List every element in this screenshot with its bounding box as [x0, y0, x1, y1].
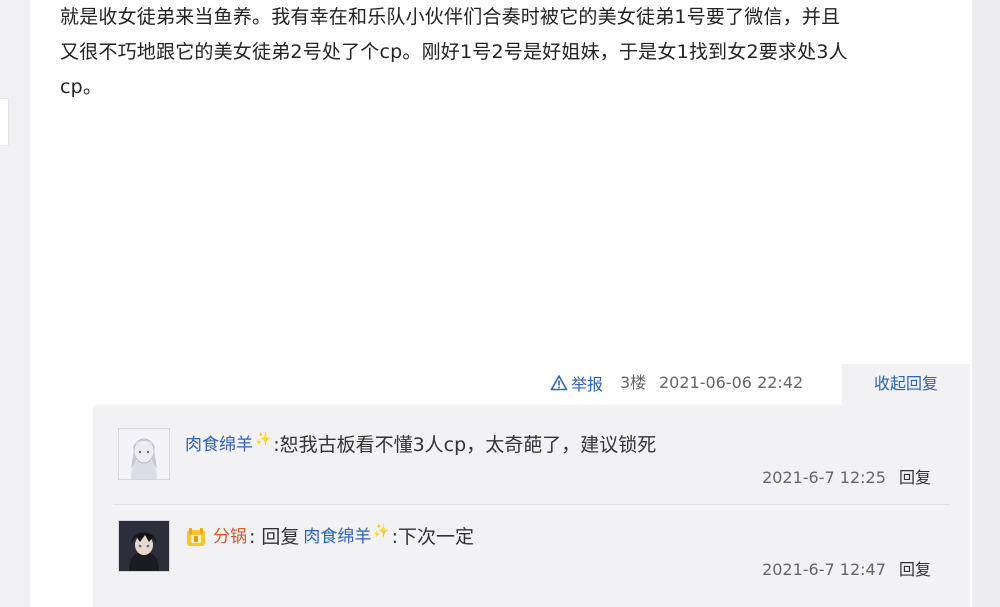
reply-colon: : [249, 526, 256, 548]
reply-timestamp: 2021-6-7 12:47 [762, 560, 886, 579]
post-card: 就是收女徒弟来当鱼养。我有幸在和乐队小伙伴们合奏时被它的美女徒弟1号要了微信，并… [30, 0, 972, 607]
reply-word: 回复 [261, 526, 300, 548]
left-gutter [0, 0, 30, 607]
report-label: 举报 [571, 375, 604, 394]
avatar[interactable] [118, 428, 170, 480]
reply-meta: 2021-6-7 12:25 回复 [762, 466, 931, 490]
sparkle-icon: ✨ [373, 524, 390, 539]
reply-content: 分锅 : 回复 肉食绵羊 ✨ :下次一定 [185, 522, 474, 552]
reply-text: :下次一定 [391, 526, 475, 548]
reply-button[interactable]: 回复 [899, 560, 931, 579]
post-line: 就是收女徒弟来当鱼养。我有幸在和乐队小伙伴们合奏时被它的美女徒弟1号要了微信，并… [60, 6, 841, 28]
post-timestamp: 2021-06-06 22:42 [659, 373, 804, 392]
right-gutter [972, 0, 1000, 607]
vip-badge-icon [187, 528, 205, 546]
post-line: 又很不巧地跟它的美女徒弟2号处了个cp。刚好1号2号是好姐妹，于是女1找到女2要… [60, 41, 848, 63]
reply-username[interactable]: 分锅 [213, 522, 247, 552]
avatar-image [119, 521, 169, 571]
reply-target-username[interactable]: 肉食绵羊 [303, 522, 371, 552]
reply-button[interactable]: 回复 [899, 468, 931, 487]
post-line: cp。 [60, 76, 103, 98]
report-icon [550, 375, 568, 391]
avatar[interactable] [118, 520, 170, 572]
post-body: 就是收女徒弟来当鱼养。我有幸在和乐队小伙伴们合奏时被它的美女徒弟1号要了微信，并… [60, 0, 960, 105]
sparkle-icon: ✨ [255, 432, 272, 447]
reply-meta: 2021-6-7 12:47 回复 [762, 558, 931, 582]
report-button[interactable]: 举报 [550, 364, 603, 402]
floor-number: 3楼 [620, 373, 647, 392]
post-tail-bar: 举报 3楼 2021-06-06 22:42 收起回复 [550, 364, 970, 406]
reply-box: 肉食绵羊 ✨ : 恕我古板看不懂3人cp，太奇葩了，建议锁死 2021-6-7 … [93, 405, 970, 607]
reply-content: 肉食绵羊 ✨ : 恕我古板看不懂3人cp，太奇葩了，建议锁死 [185, 430, 656, 460]
reply-timestamp: 2021-6-7 12:25 [762, 468, 886, 487]
reply-username[interactable]: 肉食绵羊 [185, 430, 253, 460]
avatar-image [119, 429, 169, 479]
reply-text: 恕我古板看不懂3人cp，太奇葩了，建议锁死 [279, 434, 657, 456]
reply-divider [113, 504, 950, 505]
collapse-replies-button[interactable]: 收起回复 [842, 364, 970, 406]
left-side-tab[interactable] [0, 98, 9, 146]
